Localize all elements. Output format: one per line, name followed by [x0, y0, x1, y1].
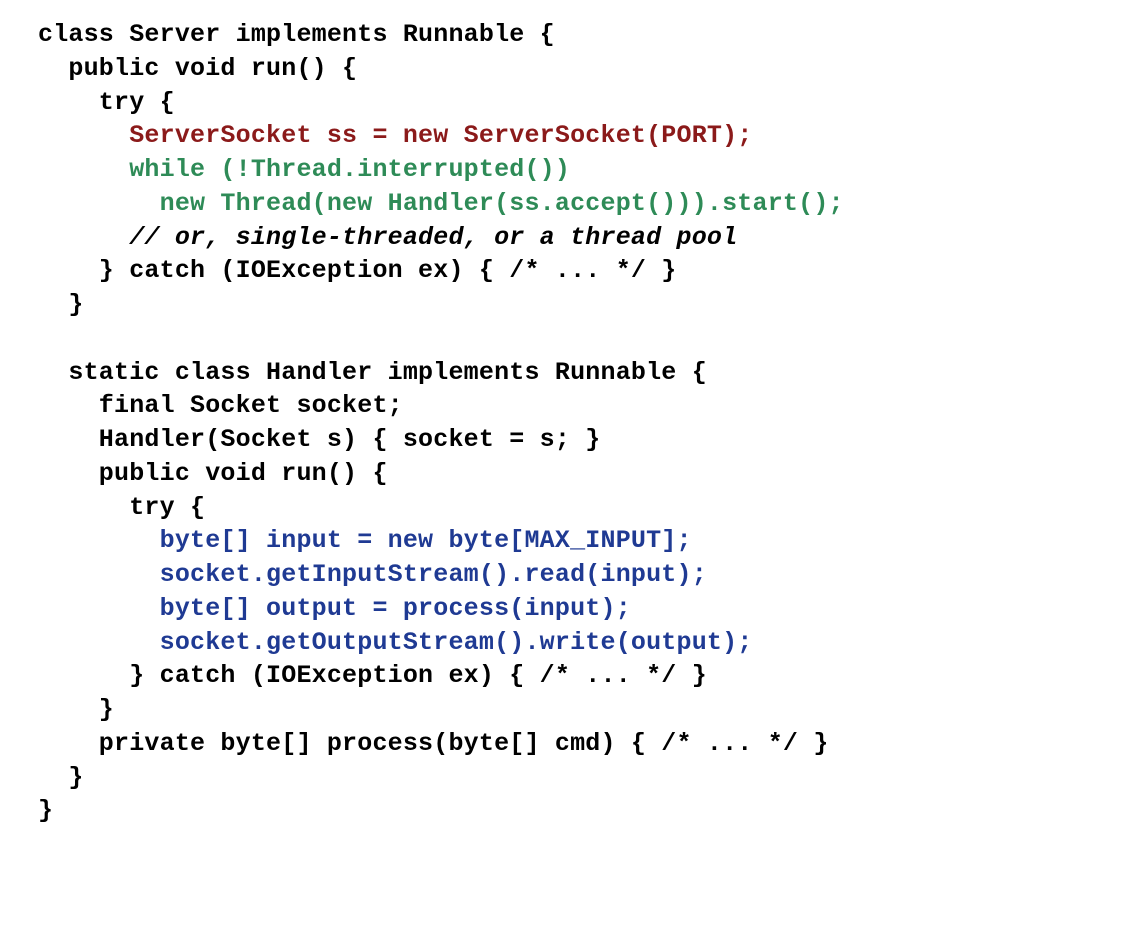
- code-line: socket.getInputStream().read(input);: [38, 560, 707, 589]
- code-line: final Socket socket;: [38, 391, 403, 420]
- code-line: public void run() {: [38, 54, 357, 83]
- code-line: }: [38, 796, 53, 825]
- code-line: static class Handler implements Runnable…: [38, 358, 707, 387]
- code-line: ServerSocket ss = new ServerSocket(PORT)…: [38, 121, 753, 150]
- code-comment: // or, single-threaded, or a thread pool: [38, 223, 737, 252]
- code-snippet: class Server implements Runnable { publi…: [0, 0, 1144, 858]
- code-line: Handler(Socket s) { socket = s; }: [38, 425, 601, 454]
- code-line: }: [38, 290, 84, 319]
- code-line: } catch (IOException ex) { /* ... */ }: [38, 661, 707, 690]
- code-line: }: [38, 763, 84, 792]
- code-line: socket.getOutputStream().write(output);: [38, 628, 753, 657]
- code-line: class Server implements Runnable {: [38, 20, 555, 49]
- code-line: }: [38, 695, 114, 724]
- code-line: while (!Thread.interrupted()): [38, 155, 570, 184]
- code-line: byte[] output = process(input);: [38, 594, 631, 623]
- code-line: try {: [38, 493, 205, 522]
- code-line: new Thread(new Handler(ss.accept())).sta…: [38, 189, 844, 218]
- code-line: try {: [38, 88, 175, 117]
- code-line: public void run() {: [38, 459, 388, 488]
- code-line: byte[] input = new byte[MAX_INPUT];: [38, 526, 692, 555]
- code-line: } catch (IOException ex) { /* ... */ }: [38, 256, 677, 285]
- code-line: private byte[] process(byte[] cmd) { /* …: [38, 729, 829, 758]
